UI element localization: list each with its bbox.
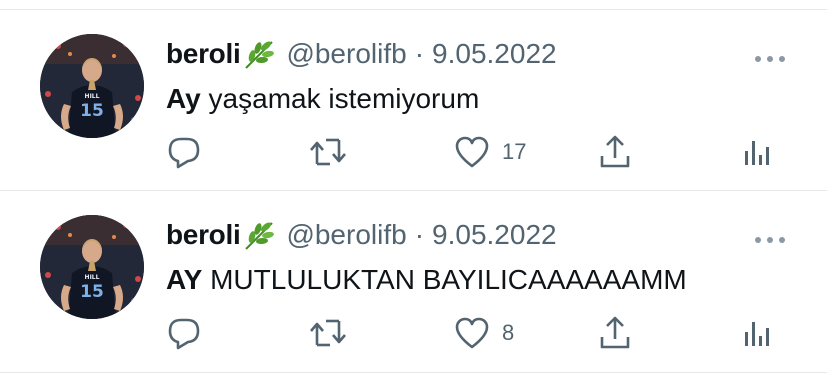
more-icon[interactable]: [753, 50, 787, 62]
separator-dot: ·: [414, 38, 425, 69]
like-count: 8: [502, 320, 515, 345]
avatar-jersey-name: HILL: [85, 274, 100, 281]
tweet[interactable]: HILL 15 beroli @berolifb · 9.05.2022: [0, 191, 827, 371]
tweet[interactable]: HILL 15 beroli @berolifb · 9.05.2022: [0, 10, 827, 190]
more-icon[interactable]: [753, 231, 787, 243]
retweet-button[interactable]: [308, 313, 348, 353]
share-icon: [600, 316, 630, 349]
reply-button[interactable]: [166, 313, 202, 353]
tweet-header: beroli @berolifb · 9.05.2022: [166, 34, 557, 74]
handle[interactable]: @berolifb: [286, 38, 406, 70]
share-icon: [600, 135, 630, 168]
views-button[interactable]: [742, 132, 772, 172]
avatar-jersey-name: HILL: [85, 93, 100, 100]
reply-icon: [168, 137, 200, 169]
retweet-icon: [310, 138, 346, 166]
herb-icon: [242, 38, 276, 70]
separator-dot: ·: [414, 219, 425, 250]
retweet-button[interactable]: [308, 132, 348, 172]
handle[interactable]: @berolifb: [286, 219, 406, 251]
herb-icon: [242, 219, 276, 251]
share-button[interactable]: [598, 313, 632, 353]
tweet-text-rest: yaşamak istemiyorum: [200, 83, 480, 114]
retweet-icon: [310, 319, 346, 347]
share-button[interactable]: [598, 132, 632, 172]
like-count: 17: [502, 139, 527, 164]
analytics-icon: [745, 141, 769, 165]
tweet-text-bold: Ay: [166, 83, 201, 114]
divider: [0, 372, 827, 373]
avatar[interactable]: HILL 15: [40, 34, 144, 138]
analytics-icon: [745, 322, 769, 346]
avatar-jersey-number: 15: [80, 282, 104, 302]
timestamp[interactable]: 9.05.2022: [432, 219, 557, 251]
tweet-text-bold: AY: [166, 264, 203, 295]
display-name[interactable]: beroli: [166, 38, 241, 70]
tweet-text-rest: MUTLULUKTAN BAYILICAAAAAAMM: [202, 264, 687, 295]
tweet-text: AY MUTLULUKTAN BAYILICAAAAAAMM: [166, 264, 687, 296]
avatar[interactable]: HILL 15: [40, 215, 144, 319]
heart-icon: [455, 317, 489, 349]
action-bar: 17: [166, 132, 786, 172]
tweet-text: Ay yaşamak istemiyorum: [166, 83, 479, 115]
heart-icon: [455, 136, 489, 168]
views-button[interactable]: [742, 313, 772, 353]
display-name[interactable]: beroli: [166, 219, 241, 251]
timestamp[interactable]: 9.05.2022: [432, 38, 557, 70]
reply-icon: [168, 318, 200, 350]
reply-button[interactable]: [166, 132, 202, 172]
tweet-header: beroli @berolifb · 9.05.2022: [166, 215, 557, 255]
action-bar: 8: [166, 313, 786, 353]
like-button[interactable]: 17: [454, 132, 526, 172]
timeline: HILL 15 beroli @berolifb · 9.05.2022 Ay …: [0, 0, 827, 381]
avatar-jersey-number: 15: [80, 101, 104, 121]
like-button[interactable]: 8: [454, 313, 514, 353]
